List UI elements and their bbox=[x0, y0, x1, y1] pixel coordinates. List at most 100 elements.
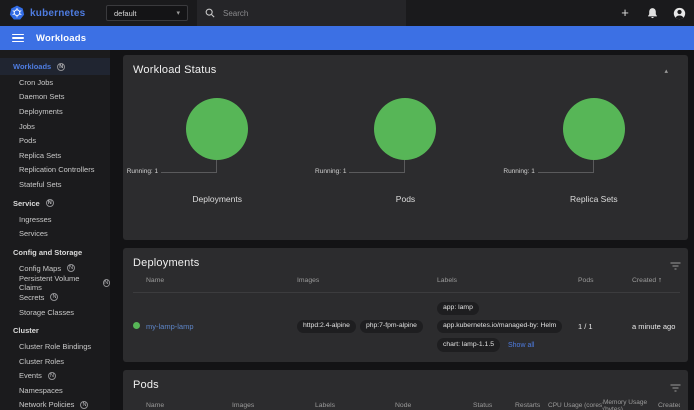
deployment-created[interactable]: a minute ago bbox=[632, 322, 675, 331]
pods-title: Pods bbox=[123, 370, 688, 391]
sidebar-item-events[interactable]: EventsN bbox=[0, 369, 110, 384]
app-bar: Workloads bbox=[0, 26, 694, 50]
pie-slice-running bbox=[374, 98, 436, 160]
column-header-pods: Pods bbox=[578, 277, 632, 284]
account-button[interactable] bbox=[672, 6, 686, 20]
pie-callout-line bbox=[349, 160, 405, 173]
workload-status-title: Workload Status bbox=[123, 55, 688, 76]
deployments-title: Deployments bbox=[123, 248, 688, 269]
pods-pie-chart: Running: 1 Pods bbox=[311, 98, 499, 226]
sidebar-item-persistent-volume-claims[interactable]: Persistent Volume ClaimsN bbox=[0, 276, 110, 291]
sidebar-item-cron-jobs[interactable]: Cron Jobs bbox=[0, 75, 110, 90]
filter-button[interactable] bbox=[670, 380, 681, 395]
filter-icon bbox=[670, 262, 681, 270]
search-input[interactable] bbox=[223, 9, 373, 18]
pie-callout-label: Running: 1 bbox=[315, 168, 346, 175]
chart-title: Pods bbox=[311, 194, 499, 204]
sidebar-item-deployments[interactable]: Deployments bbox=[0, 104, 110, 119]
pods-table-header: Name Images Labels Node Status Restarts … bbox=[133, 391, 680, 410]
deployments-table-header: Name Images Labels Pods Created↑ bbox=[133, 269, 680, 293]
search-bar[interactable] bbox=[197, 0, 406, 26]
pie-slice-running bbox=[563, 98, 625, 160]
sidebar-item-daemon-sets[interactable]: Daemon Sets bbox=[0, 90, 110, 105]
pods-card: Pods Name Images Labels Node Status Rest… bbox=[123, 370, 688, 410]
sidebar-item-storage-classes[interactable]: Storage Classes bbox=[0, 305, 110, 320]
create-resource-button[interactable]: + bbox=[618, 6, 632, 20]
deployments-card: Deployments Name Images Labels Pods Crea… bbox=[123, 248, 688, 362]
account-circle-icon bbox=[673, 7, 686, 20]
top-bar: kubernetes default ▾ + bbox=[0, 0, 694, 26]
status-ok-icon bbox=[133, 322, 140, 329]
sidebar-item-pods[interactable]: Pods bbox=[0, 133, 110, 148]
namespaced-badge: N bbox=[67, 264, 75, 272]
sidebar-section-cluster: Cluster bbox=[0, 322, 110, 339]
column-header-images: Images bbox=[297, 277, 437, 284]
sidebar-item-network-policies[interactable]: Network PoliciesN bbox=[0, 398, 110, 410]
chevron-up-icon: ▴ bbox=[664, 68, 668, 75]
menu-icon[interactable] bbox=[12, 34, 24, 43]
workload-status-card: Workload Status ▴ Running: 1 Deployments… bbox=[123, 55, 688, 240]
pie-callout-label: Running: 1 bbox=[503, 168, 534, 175]
show-all-link[interactable]: Show all bbox=[508, 342, 534, 349]
notifications-button[interactable] bbox=[645, 6, 659, 20]
column-header-name[interactable]: Name bbox=[146, 402, 232, 409]
sidebar-item-replica-sets[interactable]: Replica Sets bbox=[0, 148, 110, 163]
column-header-name[interactable]: Name bbox=[146, 277, 297, 284]
filter-icon bbox=[670, 384, 681, 392]
column-header-status: Status bbox=[473, 402, 515, 409]
sort-ascending-icon: ↑ bbox=[658, 277, 662, 284]
pie-slice-running bbox=[186, 98, 248, 160]
chart-title: Deployments bbox=[123, 194, 311, 204]
replica-sets-pie-chart: Running: 1 Replica Sets bbox=[500, 98, 688, 226]
table-row: my-lamp-lamp httpd:2.4-alpine php:7-fpm-… bbox=[133, 293, 680, 362]
image-chip: httpd:2.4-alpine bbox=[297, 320, 356, 333]
column-header-restarts: Restarts bbox=[515, 402, 548, 409]
label-chip: chart: lamp-1.1.5 bbox=[437, 338, 500, 351]
namespaced-badge: N bbox=[46, 199, 54, 207]
pie-callout-label: Running: 1 bbox=[127, 168, 158, 175]
namespace-value: default bbox=[114, 9, 137, 18]
chevron-down-icon: ▾ bbox=[176, 9, 180, 17]
pie-callout-line bbox=[538, 160, 594, 173]
sidebar-item-jobs[interactable]: Jobs bbox=[0, 119, 110, 134]
sidebar-item-replication-controllers[interactable]: Replication Controllers bbox=[0, 163, 110, 178]
sidebar-item-services[interactable]: Services bbox=[0, 226, 110, 241]
kubernetes-helm-icon bbox=[9, 5, 25, 21]
sidebar-section-config-and-storage: Config and Storage bbox=[0, 244, 110, 261]
namespaced-badge: N bbox=[57, 63, 65, 71]
main-content: Workload Status ▴ Running: 1 Deployments… bbox=[110, 50, 694, 410]
sidebar-item-stateful-sets[interactable]: Stateful Sets bbox=[0, 177, 110, 192]
chart-title: Replica Sets bbox=[500, 194, 688, 204]
sidebar-item-service[interactable]: ServiceN bbox=[0, 195, 110, 212]
pie-callout-line bbox=[161, 160, 217, 173]
sidebar-item-ingresses[interactable]: Ingresses bbox=[0, 212, 110, 227]
namespaced-badge: N bbox=[48, 372, 56, 380]
column-header-cpu: CPU Usage (cores) bbox=[548, 402, 603, 409]
sidebar-item-workloads[interactable]: WorkloadsN bbox=[0, 58, 110, 75]
deployment-labels: app: lamp app.kubernetes.io/managed-by: … bbox=[437, 299, 578, 354]
image-chip: php:7-fpm-alpine bbox=[360, 320, 423, 333]
collapse-card-button[interactable]: ▴ bbox=[664, 67, 668, 75]
deployments-pie-chart: Running: 1 Deployments bbox=[123, 98, 311, 226]
column-header-created[interactable]: Created↑ bbox=[658, 402, 680, 409]
brand-text: kubernetes bbox=[30, 8, 85, 19]
sidebar-item-cluster-role-bindings[interactable]: Cluster Role Bindings bbox=[0, 339, 110, 354]
deployment-name-link[interactable]: my-lamp-lamp bbox=[146, 322, 297, 331]
sidebar-item-namespaces[interactable]: Namespaces bbox=[0, 383, 110, 398]
sidebar: WorkloadsN Cron Jobs Daemon Sets Deploym… bbox=[0, 50, 110, 410]
column-header-labels: Labels bbox=[437, 277, 578, 284]
sidebar-item-secrets[interactable]: SecretsN bbox=[0, 290, 110, 305]
column-header-labels: Labels bbox=[315, 402, 395, 409]
label-chip: app.kubernetes.io/managed-by: Helm bbox=[437, 320, 562, 333]
deployment-images: httpd:2.4-alpine php:7-fpm-alpine bbox=[297, 318, 437, 334]
namespace-selector[interactable]: default ▾ bbox=[106, 5, 188, 21]
column-header-images: Images bbox=[232, 402, 315, 409]
namespaced-badge: N bbox=[103, 279, 110, 287]
filter-button[interactable] bbox=[670, 258, 681, 273]
kubernetes-logo[interactable]: kubernetes bbox=[0, 5, 106, 21]
column-header-created[interactable]: Created↑ bbox=[632, 277, 680, 284]
workload-status-charts: Running: 1 Deployments Running: 1 Pods R… bbox=[123, 76, 688, 240]
page-title: Workloads bbox=[36, 33, 86, 44]
label-chip: app: lamp bbox=[437, 302, 479, 315]
sidebar-item-cluster-roles[interactable]: Cluster Roles bbox=[0, 354, 110, 369]
